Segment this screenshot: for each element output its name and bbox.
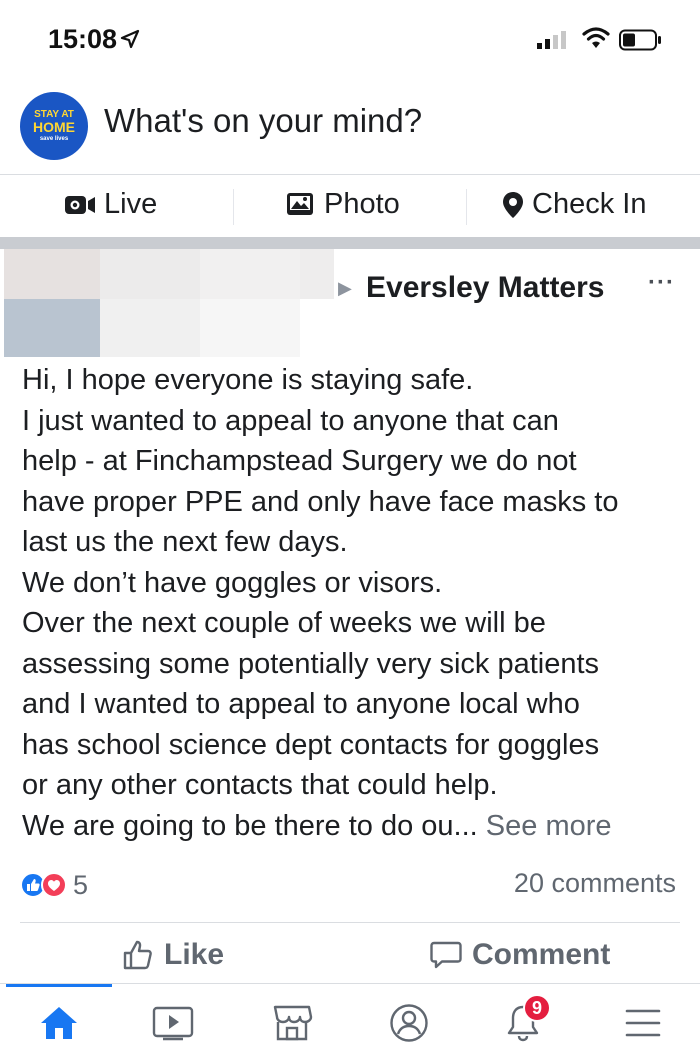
post-line: I just wanted to appeal to anyone that c…: [22, 404, 559, 437]
divider: [466, 189, 467, 225]
location-pin-icon: [503, 191, 523, 218]
video-camera-icon: [65, 195, 95, 214]
comment-bubble-icon: [430, 941, 462, 969]
live-label: Live: [104, 188, 158, 220]
tab-home[interactable]: [34, 998, 84, 1048]
comment-button[interactable]: Comment: [430, 938, 610, 972]
tab-notifications[interactable]: 9: [498, 994, 551, 1048]
group-arrow-icon: ▶: [338, 278, 352, 298]
hamburger-menu-icon: [625, 1009, 661, 1037]
divider: [20, 922, 680, 923]
like-label: Like: [164, 938, 225, 971]
marketplace-store-icon: [273, 1005, 313, 1041]
battery-icon: [619, 29, 661, 51]
video-play-icon: [152, 1006, 194, 1041]
truncated-text: We are going to be there to do ou...: [22, 809, 478, 842]
avatar-line-3: save lives: [39, 136, 69, 142]
post-line: have proper PPE and only have face masks…: [22, 485, 619, 518]
status-composer-input[interactable]: What's on your mind?: [104, 102, 422, 140]
check-in-button[interactable]: Check In: [502, 188, 646, 221]
notification-badge: 9: [523, 994, 551, 1022]
post-line: has school science dept contacts for gog…: [22, 728, 600, 761]
divider: [233, 189, 234, 225]
post-line: last us the next few days.: [22, 526, 348, 558]
wifi-icon: [582, 27, 610, 48]
tab-menu[interactable]: [618, 998, 668, 1048]
pixelated-author-block[interactable]: [0, 249, 340, 357]
post-header: ▶ Eversley Matters ···: [0, 249, 700, 357]
home-icon: [41, 1007, 77, 1039]
active-tab-indicator: [6, 984, 112, 987]
profile-icon: [390, 1004, 428, 1042]
tab-watch[interactable]: [148, 998, 198, 1048]
post-line: help - at Finchampstead Surgery we do no…: [22, 445, 577, 477]
group-name-link[interactable]: Eversley Matters: [366, 271, 604, 305]
see-more-link[interactable]: See more: [486, 810, 612, 842]
comment-label: Comment: [472, 938, 611, 971]
avatar-line-2: HOME: [33, 119, 75, 135]
comments-count-link[interactable]: 20 comments: [514, 868, 676, 899]
photo-label: Photo: [324, 188, 400, 220]
post-text: Hi, I hope everyone is staying safe. I j…: [22, 360, 682, 846]
live-button[interactable]: Live: [64, 188, 157, 221]
feed-separator: [0, 237, 700, 249]
post-line: or any other contacts that could help.: [22, 769, 498, 801]
post-line: and I wanted to appeal to anyone local w…: [22, 688, 580, 720]
tab-profile[interactable]: [384, 998, 434, 1048]
tab-marketplace[interactable]: [267, 998, 317, 1048]
post-line: Over the next couple of weeks we will be: [22, 607, 546, 639]
status-bar: 15:08: [0, 0, 700, 80]
bottom-tab-bar: 9: [0, 983, 700, 1063]
status-time: 15:08: [48, 24, 118, 54]
composer: STAY AT HOME save lives What's on your m…: [0, 80, 700, 172]
like-button[interactable]: Like: [122, 938, 224, 972]
profile-avatar[interactable]: STAY AT HOME save lives: [20, 92, 88, 160]
reactions-summary[interactable]: 5: [20, 868, 88, 902]
more-options-icon[interactable]: ···: [648, 269, 675, 297]
photo-button[interactable]: Photo: [286, 188, 400, 221]
love-reaction-icon: [41, 872, 67, 898]
thumbs-up-icon: [123, 940, 152, 970]
location-arrow-icon: [120, 29, 140, 49]
post-line: Hi, I hope everyone is staying safe.: [22, 364, 474, 396]
check-in-label: Check In: [532, 188, 647, 220]
post-last-line: We are going to be there to do ou... See…: [22, 806, 682, 847]
signal-icon: [537, 31, 566, 49]
post-line: We don’t have goggles or visors.: [22, 566, 443, 599]
post-actions: Like Comment: [0, 932, 700, 982]
post-line: assessing some potentially very sick pat…: [22, 647, 600, 680]
reaction-count: 5: [73, 869, 89, 900]
composer-actions: Live Photo Check In: [0, 174, 700, 238]
photo-icon: [287, 192, 313, 215]
